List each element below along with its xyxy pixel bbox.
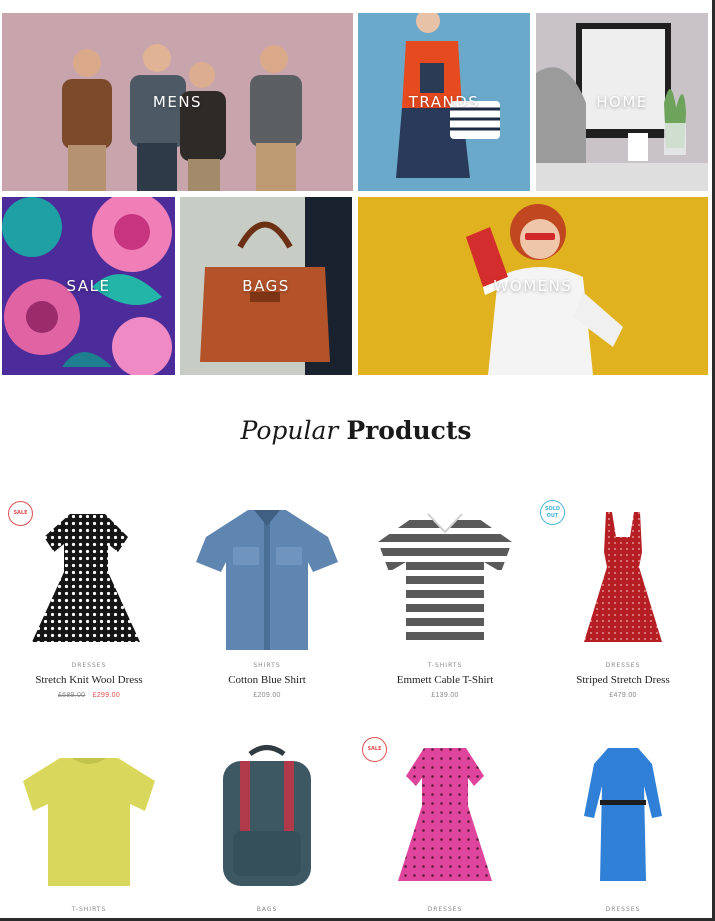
banner-sale-label: SALE <box>66 277 111 295</box>
product-category[interactable]: DRESSES <box>356 906 534 913</box>
banner-bags-label: BAGS <box>242 277 290 295</box>
product-name[interactable]: Cotton Blue Shirt <box>178 674 356 686</box>
product-image[interactable] <box>0 736 178 906</box>
old-price: £689.00 <box>57 692 86 699</box>
product-image[interactable] <box>534 736 712 906</box>
product-category[interactable]: DRESSES <box>534 662 712 669</box>
product-image[interactable]: SALE <box>356 736 534 906</box>
product-image[interactable]: SALE <box>0 492 178 662</box>
yellow-tshirt-icon <box>23 758 155 886</box>
product-card[interactable]: T-SHIRTS Emmett Cable T-Shirt £139.00 <box>356 492 534 699</box>
banner-home-label: HOME <box>596 93 648 111</box>
product-card[interactable]: SALE DRESSES Stretch Knit Wool Dress £68… <box>0 492 178 699</box>
product-name[interactable]: Stretch Knit Wool Dress <box>0 674 178 686</box>
banner-mens-label: MENS <box>152 93 203 111</box>
sold-out-badge: SOLD OUT <box>540 500 565 525</box>
banner-trands-label: TRANDS <box>408 93 480 111</box>
denim-shirt-icon <box>196 510 338 650</box>
sale-badge: SALE <box>8 501 33 526</box>
product-price: £209.00 <box>253 692 281 699</box>
product-name[interactable]: Striped Stretch Dress <box>534 674 712 686</box>
backpack-icon <box>223 745 311 886</box>
product-card[interactable]: SOLD OUT DRESSES Striped Stretch Dress £… <box>534 492 712 699</box>
product-card[interactable]: SALE DRESSES <box>356 736 534 913</box>
product-card[interactable]: DRESSES <box>534 736 712 913</box>
banner-mens[interactable]: MENS <box>2 13 353 191</box>
banner-bags[interactable]: BAGS <box>180 197 352 375</box>
product-category[interactable]: T-SHIRTS <box>0 906 178 913</box>
banner-womens-label: WOMENS <box>493 277 573 295</box>
product-image[interactable] <box>356 492 534 662</box>
product-price: £139.00 <box>431 692 459 699</box>
blue-dress-icon <box>584 748 662 881</box>
product-price: £479.00 <box>609 692 637 699</box>
section-title: Popular Products <box>0 416 712 445</box>
product-card[interactable]: BAGS <box>178 736 356 913</box>
banner-home[interactable]: HOME <box>536 13 708 191</box>
banner-trands[interactable]: TRANDS <box>358 13 530 191</box>
product-category[interactable]: SHIRTS <box>178 662 356 669</box>
sale-badge: SALE <box>362 737 387 762</box>
product-image[interactable] <box>178 736 356 906</box>
product-price: £689.00 £299.00 <box>0 692 178 699</box>
section-title-italic: Popular <box>240 416 339 445</box>
pink-dress-icon <box>398 748 492 881</box>
banner-sale[interactable]: SALE <box>2 197 175 375</box>
banner-womens[interactable]: WOMENS <box>358 197 708 375</box>
product-category[interactable]: BAGS <box>178 906 356 913</box>
product-card[interactable]: T-SHIRTS <box>0 736 178 913</box>
product-category[interactable]: T-SHIRTS <box>356 662 534 669</box>
section-title-bold: Products <box>346 416 472 445</box>
product-image[interactable]: SOLD OUT <box>534 492 712 662</box>
product-category[interactable]: DRESSES <box>0 662 178 669</box>
product-category[interactable]: DRESSES <box>534 906 712 913</box>
sale-price: £299.00 <box>92 692 121 699</box>
product-card[interactable]: SHIRTS Cotton Blue Shirt £209.00 <box>178 492 356 699</box>
product-image[interactable] <box>178 492 356 662</box>
product-name[interactable]: Emmett Cable T-Shirt <box>356 674 534 686</box>
striped-tshirt-icon <box>378 513 512 644</box>
